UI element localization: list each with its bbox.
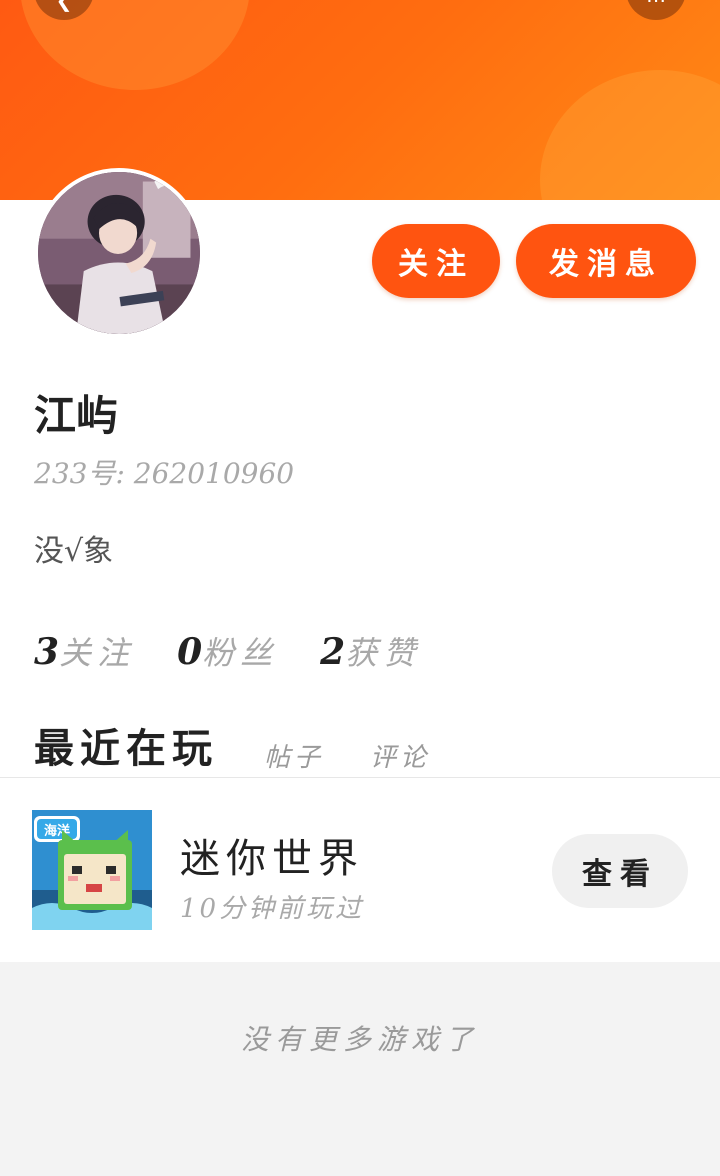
stat-label: 粉丝 — [202, 634, 279, 672]
game-last-played: 10分钟前玩过 — [180, 894, 365, 924]
tab-recently-played[interactable]: 最近在玩 — [34, 716, 218, 796]
stat-number: 0 — [177, 631, 203, 673]
avatar-image — [38, 172, 200, 334]
tab-posts[interactable]: 帖子 — [264, 737, 324, 774]
view-game-button[interactable]: 查看 — [552, 834, 688, 908]
tab-comments[interactable]: 评论 — [370, 737, 430, 774]
game-icon: 海洋 — [32, 810, 152, 930]
no-more-games-text: 没有更多游戏了 — [240, 1023, 479, 1056]
game-title: 迷你世界 — [180, 836, 364, 882]
user-stats: 3 关注 0 粉丝 2 获赞 — [34, 628, 421, 674]
content-tabs: 最近在玩 帖子 评论 — [34, 716, 476, 796]
game-list-item[interactable]: 海洋 迷你世界 10分钟前玩过 查看 — [0, 778, 720, 962]
stat-label: 关注 — [59, 634, 136, 672]
tab-label: 评论 — [370, 743, 431, 773]
profile-section: 关注 发消息 江屿 233号: 262010960 没√象 3 关注 0 粉丝 … — [0, 168, 720, 796]
stat-fans[interactable]: 0 粉丝 — [177, 628, 278, 674]
user-id: 233号: 262010960 — [34, 457, 295, 490]
user-bio: 没√象 — [34, 534, 114, 569]
game-icon-image: 海洋 — [32, 810, 152, 930]
profile-page: ❮ ⋯ 关注 发消息 江屿 233号: 262010960 没√象 3 关注 0… — [0, 0, 720, 1176]
back-arrow-icon: ❮ — [55, 0, 73, 12]
more-button[interactable]: ⋯ — [626, 0, 686, 20]
stat-following[interactable]: 3 关注 — [34, 628, 135, 674]
user-name: 江屿 — [34, 391, 119, 440]
stat-number: 3 — [34, 631, 60, 673]
banner-decoration — [540, 70, 720, 200]
tab-label: 最近在玩 — [34, 725, 218, 772]
stat-likes[interactable]: 2 获赞 — [320, 628, 421, 674]
send-message-button[interactable]: 发消息 — [516, 224, 696, 298]
stat-number: 2 — [320, 631, 346, 673]
follow-button[interactable]: 关注 — [372, 224, 500, 298]
stat-label: 获赞 — [345, 634, 422, 672]
tab-label: 帖子 — [264, 743, 325, 773]
more-icon: ⋯ — [646, 0, 666, 12]
avatar[interactable] — [34, 168, 204, 338]
